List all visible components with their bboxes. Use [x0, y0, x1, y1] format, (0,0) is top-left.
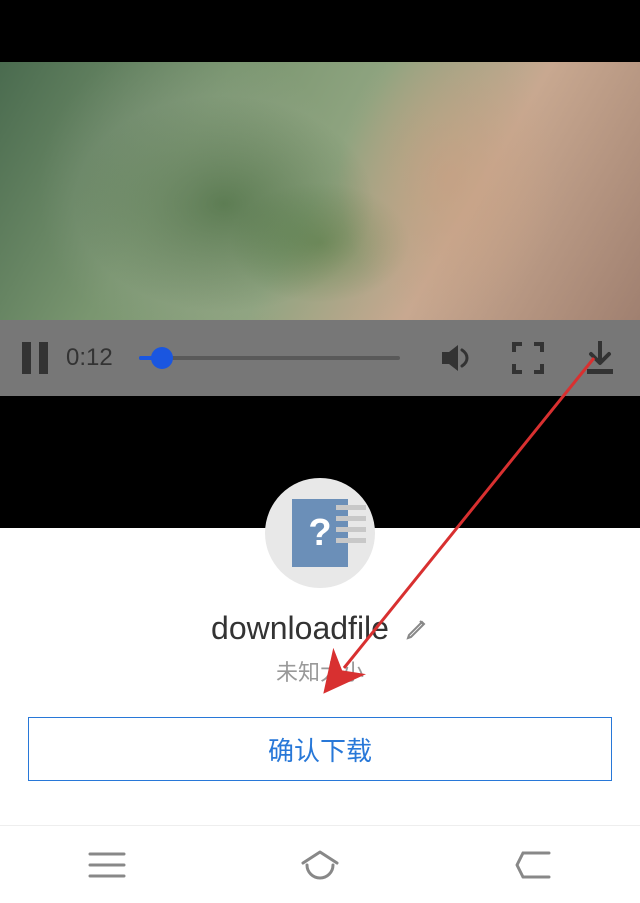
video-right-controls [438, 340, 618, 376]
video-letterbox-top [0, 0, 640, 62]
file-size: 未知大小 [276, 655, 364, 687]
question-mark-icon: ? [308, 512, 331, 555]
file-name-row: downloadfile [211, 610, 429, 647]
download-icon[interactable] [582, 340, 618, 376]
video-progress-thumb[interactable] [151, 347, 173, 369]
file-name: downloadfile [211, 610, 389, 647]
pause-button[interactable] [22, 342, 48, 374]
fullscreen-icon[interactable] [510, 340, 546, 376]
bottom-nav [0, 825, 640, 903]
back-icon[interactable] [512, 844, 554, 886]
video-time: 0:12 [66, 344, 113, 372]
video-player: 0:12 [0, 0, 640, 528]
volume-icon[interactable] [438, 340, 474, 376]
download-panel: ? downloadfile 未知大小 确认下载 [0, 528, 640, 825]
video-controls: 0:12 [0, 320, 640, 396]
video-frame[interactable] [0, 62, 640, 320]
file-lines-icon [336, 505, 366, 549]
confirm-download-button[interactable]: 确认下载 [28, 717, 612, 781]
menu-icon[interactable] [86, 844, 128, 886]
file-type-icon: ? [265, 478, 375, 588]
edit-icon[interactable] [405, 617, 429, 641]
home-icon[interactable] [299, 844, 341, 886]
unknown-file-icon: ? [292, 499, 348, 567]
video-progress-bar[interactable] [139, 356, 400, 360]
confirm-download-label: 确认下载 [268, 731, 372, 768]
